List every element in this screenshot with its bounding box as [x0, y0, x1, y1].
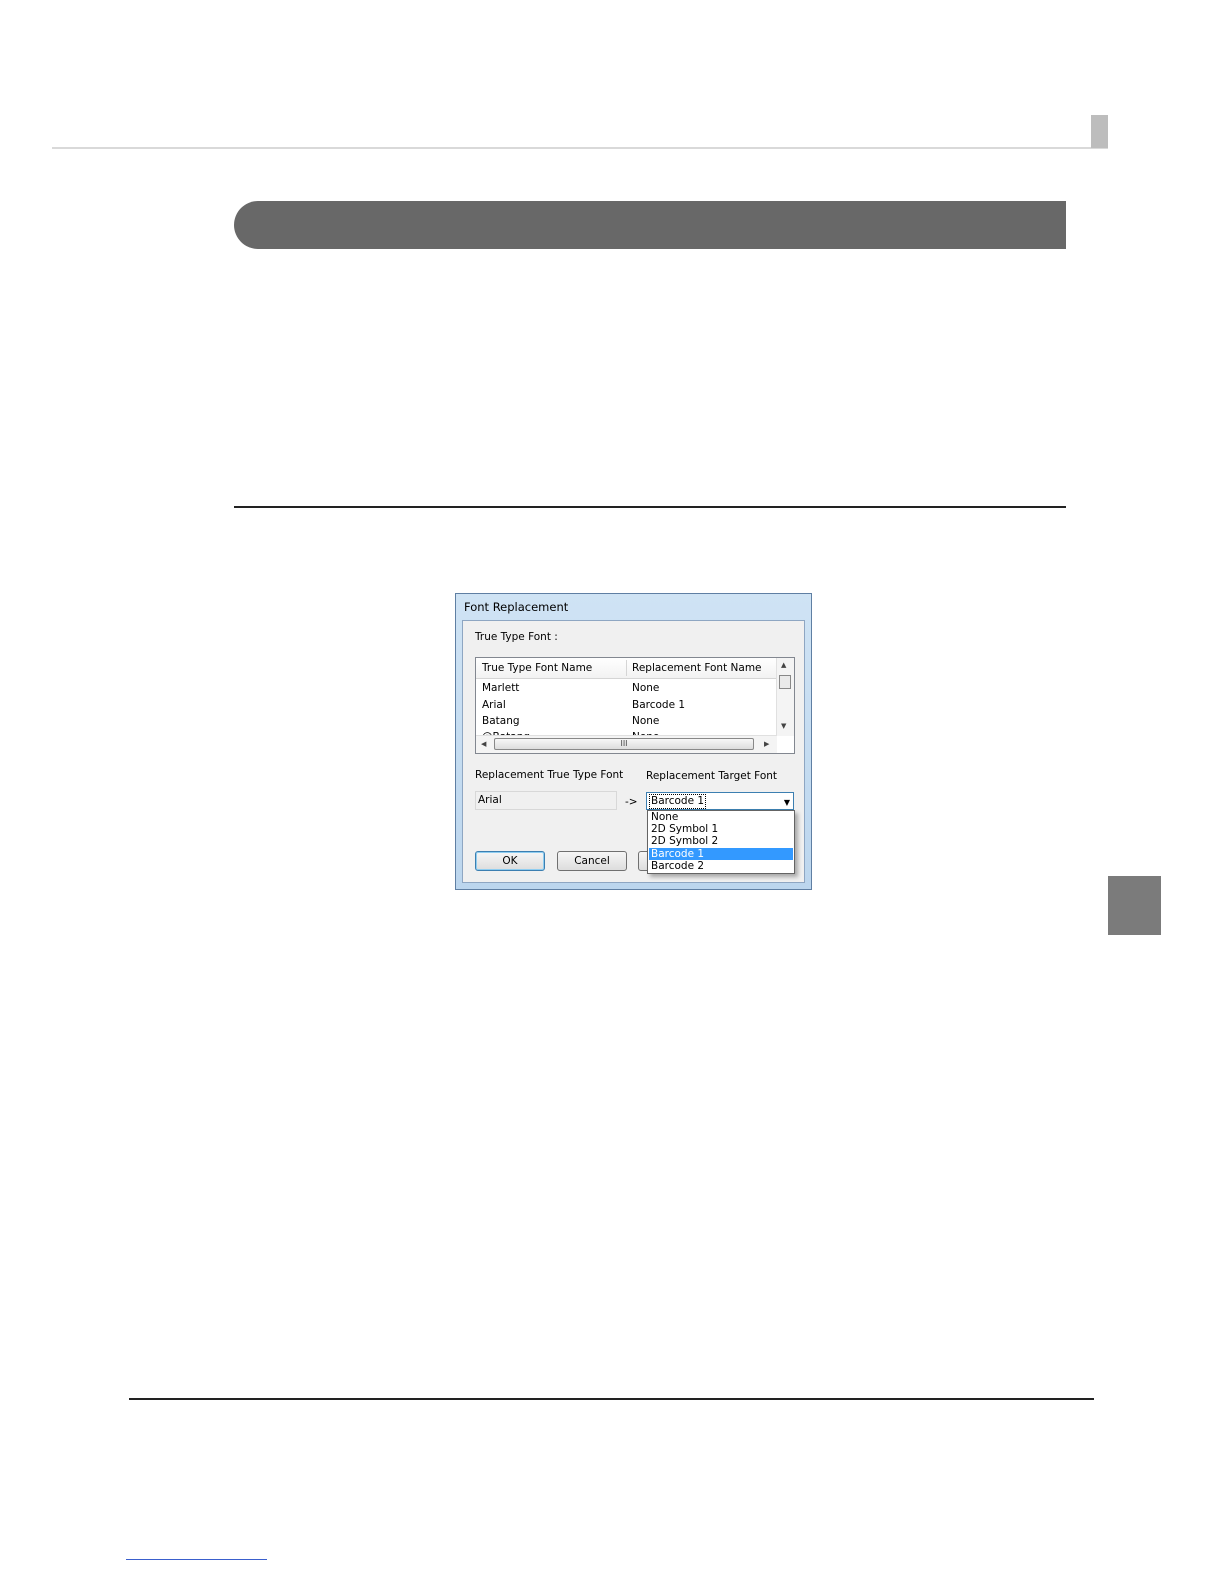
column-header-replacement-name[interactable]: Replacement Font Name	[632, 662, 762, 674]
subsection-rule	[234, 506, 1066, 508]
replacement-ttf-field[interactable]: Arial	[475, 791, 617, 810]
section-heading-bar	[234, 201, 1066, 249]
row-replacement-name: Barcode 1	[632, 699, 686, 711]
row-replacement-name: None	[632, 715, 660, 727]
target-font-dropdown[interactable]: None 2D Symbol 1 2D Symbol 2 Barcode 1 B…	[647, 810, 795, 874]
mapping-arrow: ->	[625, 796, 638, 808]
dropdown-option-barcode-2[interactable]: Barcode 2	[649, 860, 793, 872]
scroll-right-icon[interactable]: ▶	[764, 740, 769, 748]
ok-button[interactable]: OK	[475, 851, 545, 871]
dropdown-option-none[interactable]: None	[649, 811, 793, 823]
scroll-left-icon[interactable]: ◀	[481, 740, 486, 748]
dialog-title: Font Replacement	[464, 600, 569, 614]
footer-link-underline[interactable]	[126, 1559, 267, 1560]
target-font-value: Barcode 1	[649, 794, 707, 809]
vertical-scrollbar[interactable]: ▲ ▼	[776, 658, 794, 736]
target-font-label: Replacement Target Font	[646, 770, 778, 782]
vertical-scroll-thumb[interactable]	[779, 675, 791, 689]
font-replacement-dialog: Font Replacement True Type Font : True T…	[455, 593, 812, 890]
horizontal-scrollbar[interactable]: ◀ III ▶	[476, 735, 777, 753]
scroll-down-icon[interactable]: ▼	[781, 722, 786, 730]
column-header-font-name[interactable]: True Type Font Name	[482, 662, 592, 674]
column-separator[interactable]	[626, 660, 627, 676]
list-row[interactable]: Batang None	[476, 714, 776, 730]
replacement-ttf-value: Arial	[478, 794, 502, 806]
row-replacement-name: None	[632, 682, 660, 694]
footer-rule	[129, 1398, 1094, 1400]
replacement-ttf-label: Replacement True Type Font	[475, 769, 624, 781]
list-header: True Type Font Name Replacement Font Nam…	[476, 658, 776, 679]
dropdown-option-barcode-1[interactable]: Barcode 1	[649, 848, 793, 860]
true-type-font-label: True Type Font :	[475, 631, 558, 643]
scroll-up-icon[interactable]: ▲	[781, 661, 786, 669]
row-font-name: Arial	[482, 699, 506, 711]
row-font-name: Marlett	[482, 682, 520, 694]
dialog-client-area: True Type Font : True Type Font Name Rep…	[462, 620, 805, 883]
cancel-button[interactable]: Cancel	[557, 851, 627, 871]
dropdown-option-2d-symbol-1[interactable]: 2D Symbol 1	[649, 823, 793, 835]
header-tab-marker	[1091, 115, 1108, 148]
header-rule	[52, 147, 1108, 149]
dropdown-option-2d-symbol-2[interactable]: 2D Symbol 2	[649, 835, 793, 847]
list-row[interactable]: Arial Barcode 1	[476, 698, 776, 714]
row-font-name: Batang	[482, 715, 520, 727]
target-font-combobox[interactable]: Barcode 1 ▼	[646, 792, 794, 810]
list-row[interactable]: Marlett None	[476, 681, 776, 697]
chevron-down-icon[interactable]: ▼	[784, 798, 790, 807]
horizontal-scroll-thumb[interactable]: III	[494, 738, 754, 750]
font-list[interactable]: True Type Font Name Replacement Font Nam…	[475, 657, 795, 754]
chapter-side-tab	[1108, 876, 1161, 935]
